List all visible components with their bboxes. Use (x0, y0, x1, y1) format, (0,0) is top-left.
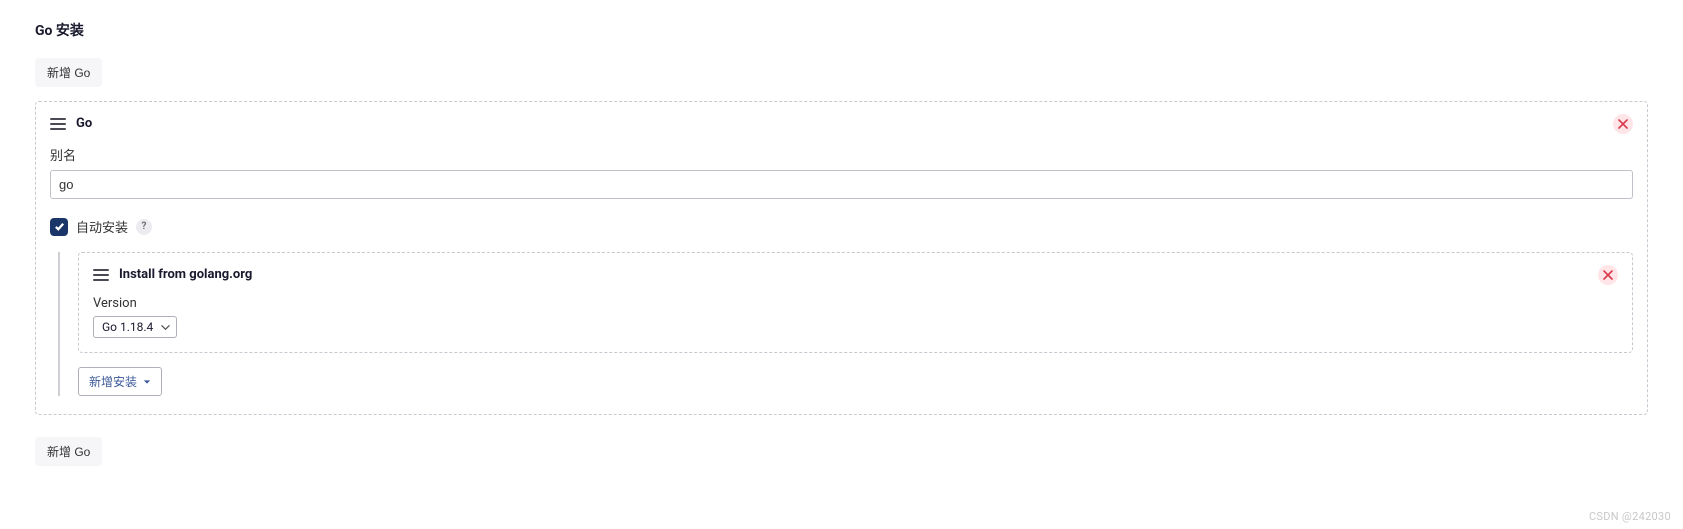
close-icon (1618, 119, 1628, 129)
auto-install-row: 自动安装 ? (50, 217, 1633, 236)
remove-installation-button[interactable] (1613, 114, 1633, 134)
installer-header: Install from golang.org (93, 267, 1618, 282)
add-go-button-top[interactable]: 新增 Go (35, 58, 102, 87)
auto-install-label: 自动安装 (76, 217, 128, 236)
version-label: Version (93, 296, 1618, 311)
add-go-button-bottom[interactable]: 新增 Go (35, 437, 102, 466)
watermark-text: CSDN @242030 (1589, 510, 1671, 523)
installer-title: Install from golang.org (119, 267, 252, 282)
installer-panel: Install from golang.org Version Go 1.18.… (78, 252, 1633, 353)
add-installer-button[interactable]: 新增安装 (78, 367, 162, 396)
version-select[interactable]: Go 1.18.4 (93, 316, 177, 338)
installation-title: Go (76, 116, 92, 131)
close-icon (1603, 270, 1613, 280)
auto-install-checkbox[interactable] (50, 218, 68, 236)
chevron-down-icon (161, 323, 170, 332)
add-installer-label: 新增安装 (89, 373, 137, 390)
go-installation-panel: Go 别名 自动安装 ? Install from golang.org Ver… (35, 101, 1648, 415)
installation-header: Go (50, 116, 1633, 131)
caret-down-icon (143, 378, 151, 386)
drag-handle-icon[interactable] (93, 269, 109, 281)
section-title: Go 安装 (35, 20, 1648, 40)
installers-section: Install from golang.org Version Go 1.18.… (58, 252, 1633, 396)
alias-input[interactable] (50, 170, 1633, 199)
remove-installer-button[interactable] (1598, 265, 1618, 285)
check-icon (54, 221, 65, 232)
drag-handle-icon[interactable] (50, 118, 66, 130)
version-selected-text: Go 1.18.4 (102, 320, 153, 334)
help-icon[interactable]: ? (136, 219, 152, 235)
alias-label: 别名 (50, 145, 1633, 164)
